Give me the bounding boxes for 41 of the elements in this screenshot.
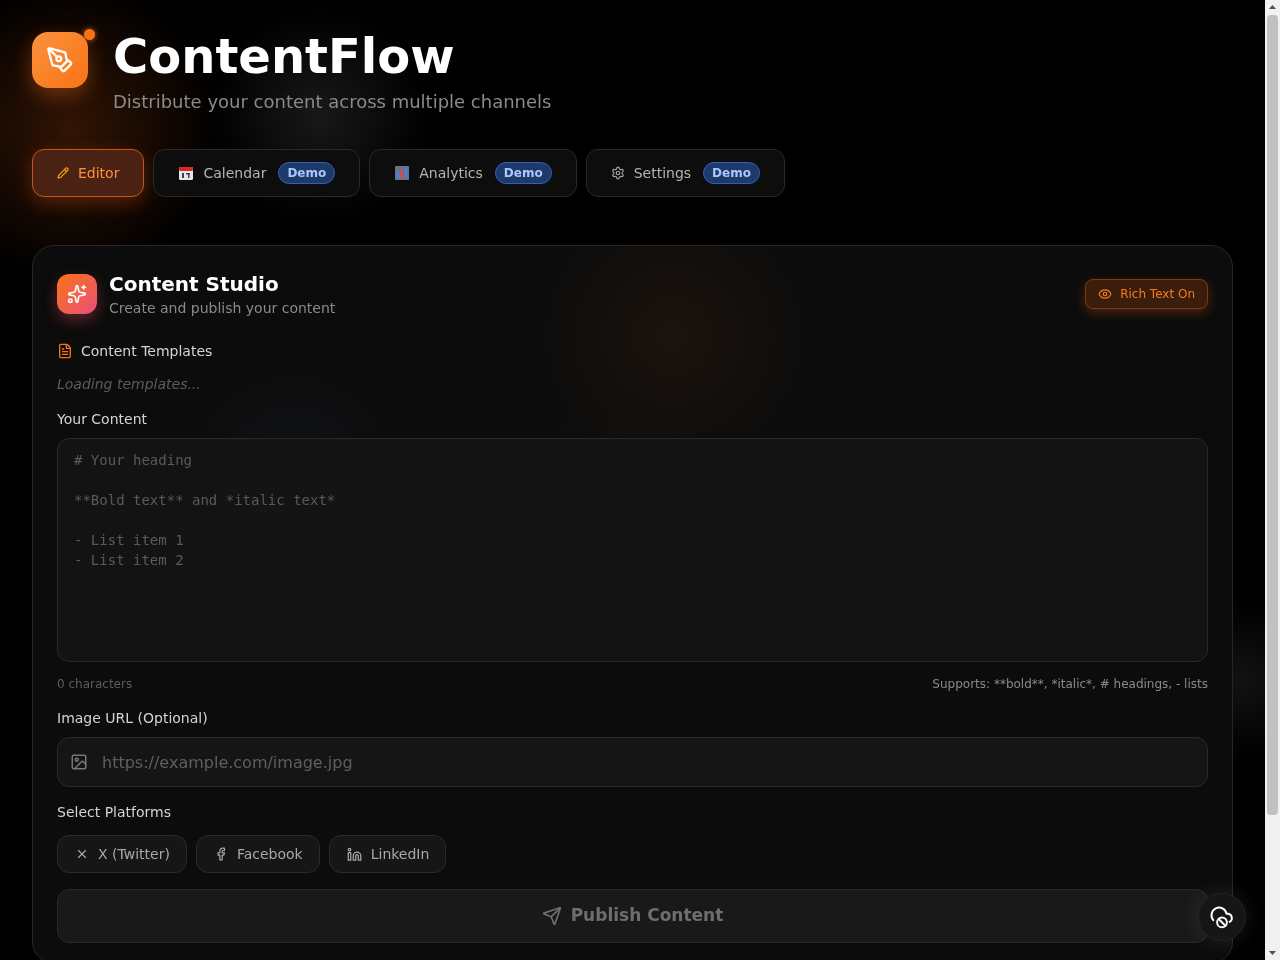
pen-tool-icon — [46, 46, 74, 74]
image-url-input[interactable]: https://example.com/image.jpg — [57, 737, 1208, 787]
demo-badge: Demo — [494, 162, 552, 184]
formatting-hint: Supports: **bold**, *italic*, # headings, - lists — [932, 676, 1208, 692]
content-textarea[interactable]: # Your heading **Bold text** and *italic text* - List item 1 - List item 2 — [57, 438, 1208, 662]
content-label: Your Content — [57, 410, 147, 429]
send-icon — [541, 906, 562, 926]
platform-toggle[interactable]: LinkedIn — [328, 835, 447, 873]
studio-subtitle: Create and publish your content — [109, 299, 336, 318]
nav-tab[interactable]: Analytics Demo — [369, 149, 577, 197]
pencil-icon — [57, 167, 69, 179]
rich-text-toggle[interactable]: Rich Text On — [1085, 279, 1208, 309]
demo-badge: Demo — [278, 162, 336, 184]
settings-icon — [610, 166, 625, 180]
image-icon — [70, 753, 88, 771]
app-title: ContentFlow — [113, 32, 456, 80]
document-icon — [57, 343, 73, 359]
cloud-ban-icon — [1209, 904, 1235, 930]
nav-tab[interactable]: Settings Demo — [585, 149, 785, 197]
platforms-label: Select Platforms — [57, 803, 171, 822]
scroll-up-icon — [1269, 5, 1276, 9]
scrollbar-thumb[interactable] — [1267, 15, 1278, 815]
platform-toggle[interactable]: Facebook — [195, 835, 320, 873]
app-subtitle: Distribute your content across multiple channels — [113, 90, 552, 114]
calendar-icon — [178, 165, 195, 181]
scroll-down-icon — [1269, 951, 1276, 955]
templates-loading-text: Loading templates... — [57, 375, 201, 394]
platform-toggle[interactable]: X (Twitter) — [57, 835, 187, 873]
scrollbar[interactable] — [1265, 0, 1280, 960]
nav-tab[interactable]: Calendar Demo — [153, 149, 361, 197]
studio-title: Content Studio — [109, 271, 280, 298]
x-icon — [75, 847, 89, 861]
eye-icon — [1098, 287, 1113, 301]
character-count: 0 characters — [57, 676, 133, 692]
linkedin-icon — [346, 846, 362, 862]
image-url-label: Image URL (Optional) — [57, 709, 208, 728]
bar-chart-icon — [394, 165, 411, 181]
demo-badge: Demo — [703, 162, 760, 184]
templates-heading: Content Templates — [81, 342, 213, 361]
nav-tab[interactable]: Editor — [32, 149, 145, 197]
sparkles-icon — [57, 274, 97, 314]
